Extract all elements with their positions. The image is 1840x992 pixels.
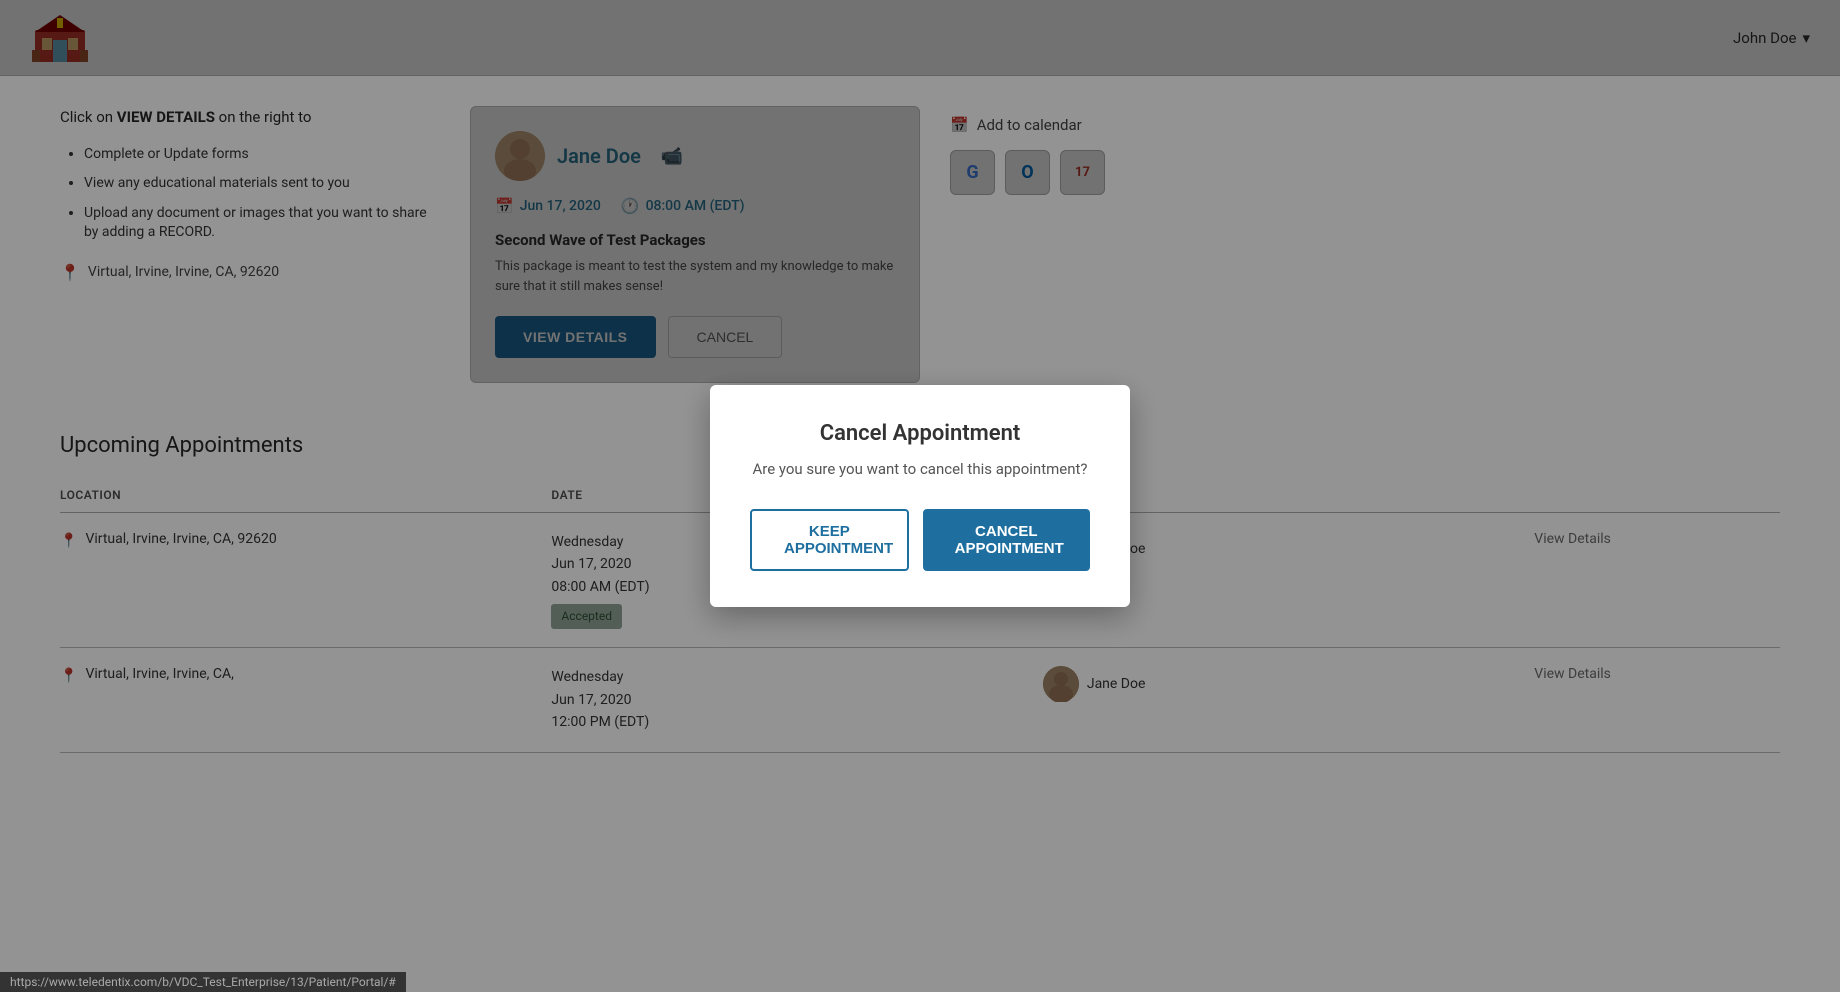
modal-actions: KEEP APPOINTMENT CANCEL APPOINTMENT — [750, 509, 1090, 571]
status-bar: https://www.teledentix.com/b/VDC_Test_En… — [0, 972, 406, 992]
modal-body: Are you sure you want to cancel this app… — [750, 458, 1090, 481]
modal-title: Cancel Appointment — [750, 421, 1090, 446]
status-url: https://www.teledentix.com/b/VDC_Test_En… — [10, 975, 396, 989]
cancel-modal: Cancel Appointment Are you sure you want… — [710, 385, 1130, 607]
cancel-appointment-confirm-button[interactable]: CANCEL APPOINTMENT — [923, 509, 1090, 571]
keep-appointment-button[interactable]: KEEP APPOINTMENT — [750, 509, 909, 571]
modal-overlay: Cancel Appointment Are you sure you want… — [0, 0, 1840, 992]
